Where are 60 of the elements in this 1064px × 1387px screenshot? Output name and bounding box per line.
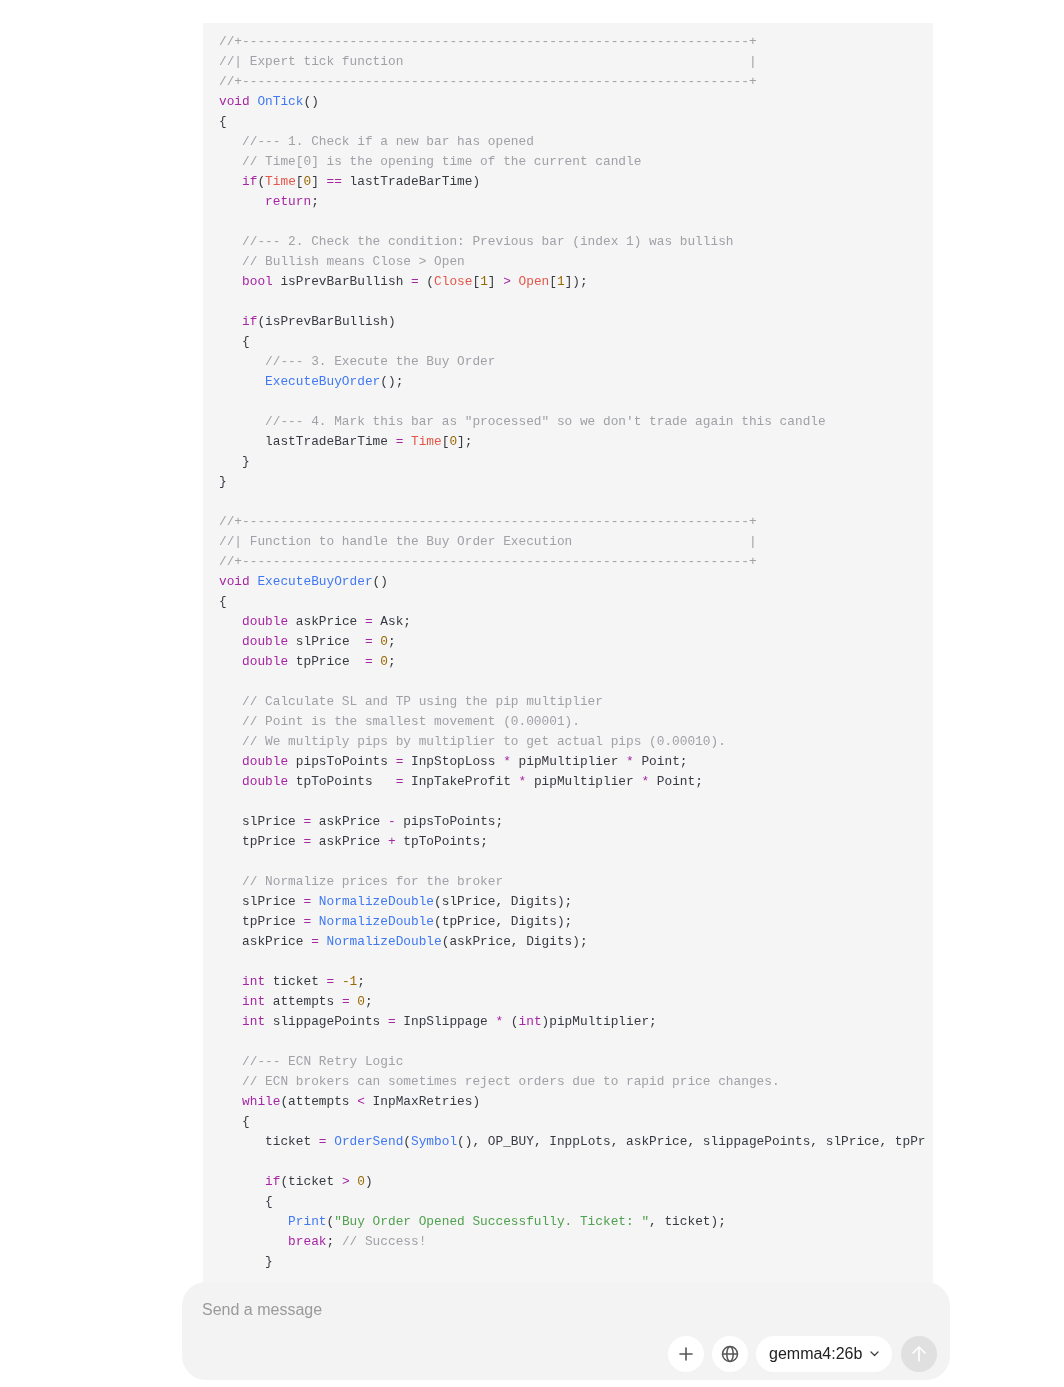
up-arrow-icon — [912, 1346, 927, 1362]
code-line: tpPrice = NormalizeDouble(tpPrice, Digits); — [241, 913, 573, 931]
code-line: int attempts = 0; — [241, 993, 373, 1011]
code-line: //| Function to handle the Buy Order Execution | — [219, 533, 757, 551]
code-line: return; — [264, 193, 319, 211]
code-line: lastTradeBarTime = Time[0]; — [264, 433, 473, 451]
code-line: void ExecuteBuyOrder() — [219, 573, 388, 591]
code-line: //--- 4. Mark this bar as "processed" so we don't trade again this candle — [264, 413, 826, 431]
code-line: { — [219, 113, 227, 131]
code-line: //+------------------------------------------------------------------+ — [219, 513, 757, 531]
code-line: if(Time[0] == lastTradeBarTime) — [241, 173, 481, 191]
code-line: // Time[0] is the opening time of the current candle — [241, 153, 642, 171]
globe-icon — [721, 1345, 739, 1363]
code-line: // Normalize prices for the broker — [241, 873, 504, 891]
code-line: // Point is the smallest movement (0.00001). — [241, 713, 580, 731]
code-line: bool isPrevBarBullish = (Close[1] > Open[1]); — [241, 273, 588, 291]
code-line: //| Expert tick function | — [219, 53, 757, 71]
code-line: // Bullish means Close > Open — [241, 253, 465, 271]
code-line: break; // Success! — [287, 1233, 427, 1251]
add-button[interactable] — [668, 1336, 704, 1372]
code-line: ticket = OrderSend(Symbol(), OP_BUY, InppLots, askPrice, slippagePoints, slPrice, tpPr — [264, 1133, 926, 1151]
code-line: int slippagePoints = InpSlippage * (int)pipMultiplier; — [241, 1013, 657, 1031]
code-line: int ticket = -1; — [241, 973, 365, 991]
code-line: { — [219, 593, 227, 611]
code-line: tpPrice = askPrice + tpToPoints; — [241, 833, 488, 851]
chevron-down-icon — [870, 1351, 880, 1357]
code-line: if(isPrevBarBullish) — [241, 313, 396, 331]
code-line: double tpPrice = 0; — [241, 653, 396, 671]
code-line: //--- ECN Retry Logic — [241, 1053, 404, 1071]
code-line: Print("Buy Order Opened Successfully. Ticket: ", ticket); — [287, 1213, 726, 1231]
code-line: double slPrice = 0; — [241, 633, 396, 651]
model-selector[interactable]: gemma4:26b — [756, 1336, 893, 1372]
code-line: // Calculate SL and TP using the pip multiplier — [241, 693, 603, 711]
code-line: { — [241, 1113, 250, 1131]
code-line: //+------------------------------------------------------------------+ — [219, 33, 757, 51]
code-line: askPrice = NormalizeDouble(askPrice, Digits); — [241, 933, 588, 951]
code-line: //--- 2. Check the condition: Previous bar (index 1) was bullish — [241, 233, 734, 251]
code-line: double askPrice = Ask; — [241, 613, 411, 631]
code-line: { — [264, 1193, 273, 1211]
code-line: } — [241, 453, 250, 471]
code-line: //--- 3. Execute the Buy Order — [264, 353, 496, 371]
plus-icon — [679, 1347, 693, 1361]
code-line: slPrice = askPrice - pipsToPoints; — [241, 813, 504, 831]
code-line: } — [219, 473, 227, 491]
message-input[interactable]: Send a message — [202, 1298, 662, 1322]
code-line: // We multiply pips by multiplier to get actual pips (0.00010). — [241, 733, 726, 751]
code-line: { — [241, 333, 250, 351]
code-line: ExecuteBuyOrder(); — [264, 373, 404, 391]
code-line: // ECN brokers can sometimes reject orders due to rapid price changes. — [241, 1073, 780, 1091]
code-line: double tpToPoints = InpTakeProfit * pipMultiplier * Point; — [241, 773, 703, 791]
code-line: //+------------------------------------------------------------------+ — [219, 553, 757, 571]
code-line: while(attempts < InpMaxRetries) — [241, 1093, 481, 1111]
code-line: slPrice = NormalizeDouble(slPrice, Digits); — [241, 893, 573, 911]
code-line: //+------------------------------------------------------------------+ — [219, 73, 757, 91]
code-line: //--- 1. Check if a new bar has opened — [241, 133, 534, 151]
code-line: double pipsToPoints = InpStopLoss * pipMultiplier * Point; — [241, 753, 688, 771]
web-search-button[interactable] — [712, 1336, 748, 1372]
code-line: if(ticket > 0) — [264, 1173, 373, 1191]
code-line: void OnTick() — [219, 93, 319, 111]
code-line: } — [264, 1253, 273, 1271]
